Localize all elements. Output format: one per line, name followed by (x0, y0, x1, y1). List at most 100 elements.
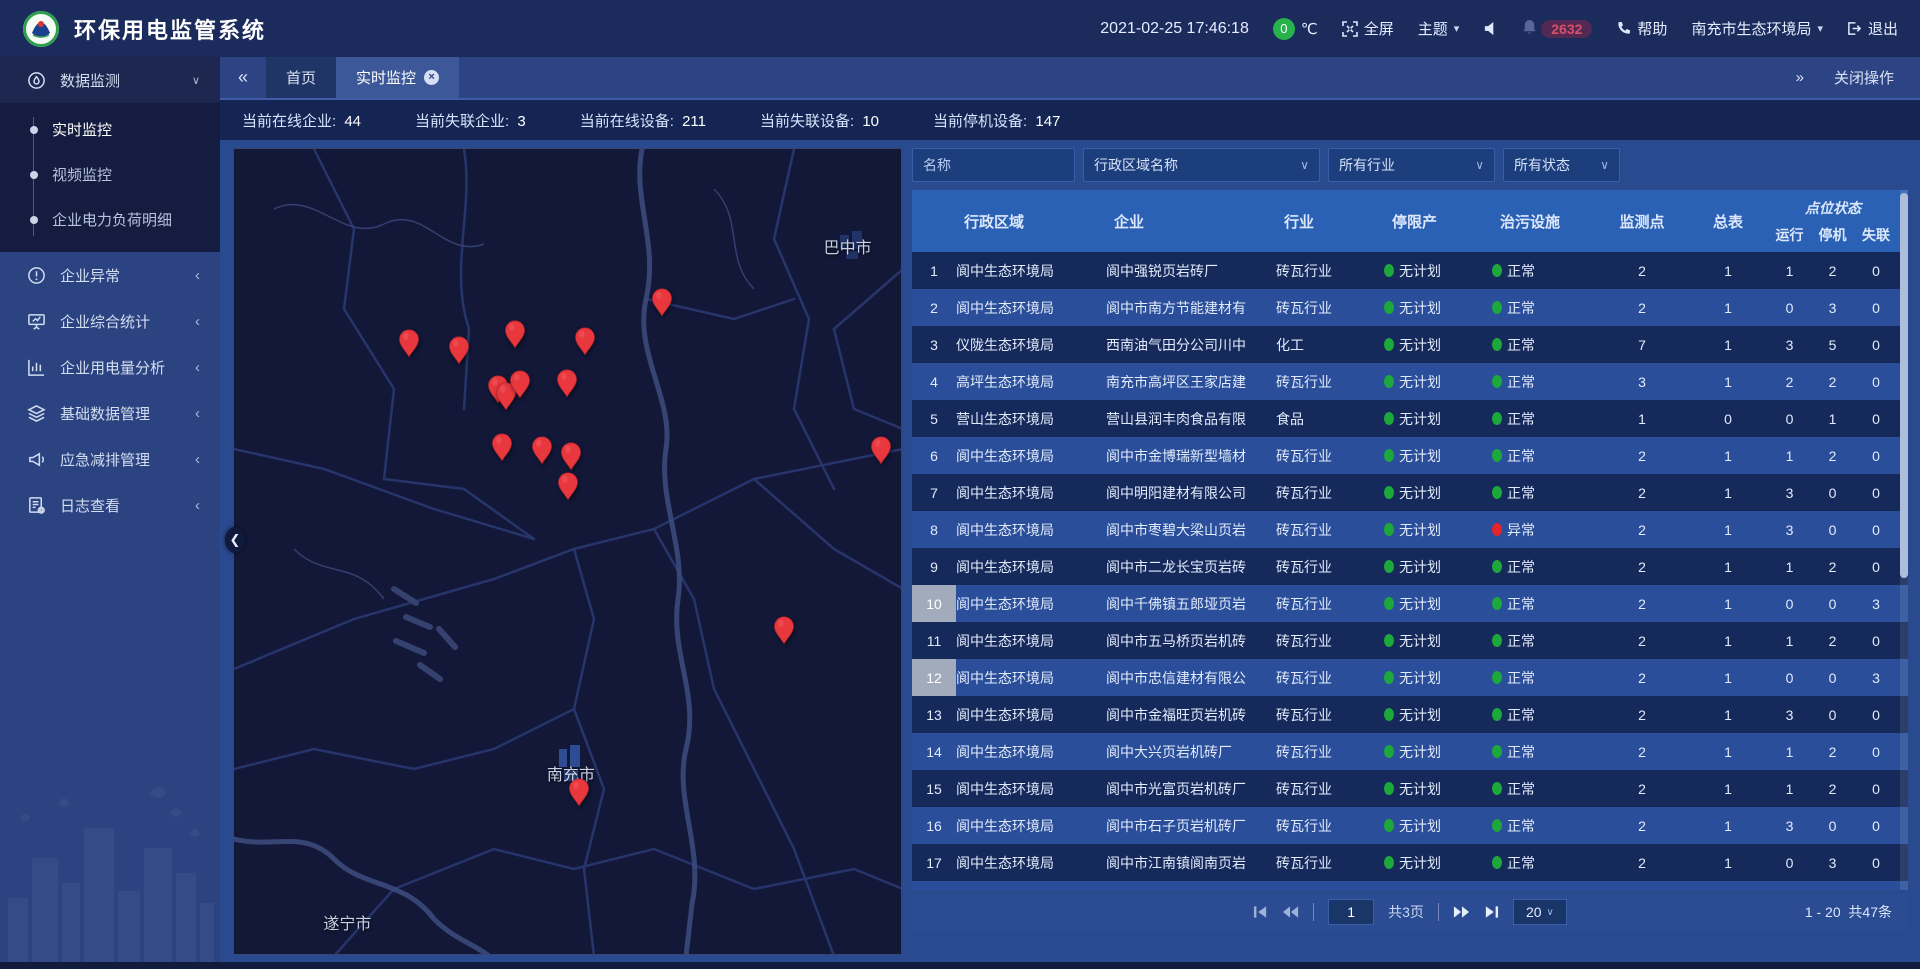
row-stop-plan: 无计划 (1384, 446, 1492, 466)
table-row[interactable]: 9 阆中生态环境局 阆中市二龙长宝页岩砖 砖瓦行业 无计划 正常 2 1 1 2… (912, 548, 1908, 585)
sidebar-group-base-data: 基础数据管理 ‹ (0, 390, 220, 436)
name-filter-input[interactable] (912, 148, 1075, 182)
map-panel[interactable]: 巴中市南充市遂宁市 (233, 148, 902, 955)
table-row[interactable]: 2 阆中生态环境局 阆中市南方节能建材有 砖瓦行业 无计划 正常 2 1 0 3… (912, 289, 1908, 326)
table-row[interactable]: 3 仪陇生态环境局 西南油气田分公司川中 化工 无计划 正常 7 1 3 5 0 (912, 326, 1908, 363)
page-number-input[interactable] (1328, 899, 1374, 925)
map-pin-icon[interactable] (398, 329, 420, 358)
org-menu[interactable]: 南充市生态环境局▾ (1691, 18, 1823, 39)
tabs-scroll-left-button[interactable]: « (220, 57, 266, 98)
row-stopped-count: 3 (1811, 300, 1854, 316)
row-lost-count: 0 (1854, 781, 1898, 797)
sidebar-item-enterprise-stats[interactable]: 企业综合统计 ‹ (0, 298, 220, 344)
table-row[interactable]: 6 阆中生态环境局 阆中市金博瑞新型墙材 砖瓦行业 无计划 正常 2 1 1 2… (912, 437, 1908, 474)
row-index: 1 (912, 252, 956, 289)
table-row[interactable]: 14 阆中生态环境局 阆中大兴页岩机砖厂 砖瓦行业 无计划 正常 2 1 1 2… (912, 733, 1908, 770)
row-index: 13 (912, 696, 956, 733)
status-dot-icon (1384, 264, 1394, 277)
table-row[interactable]: 5 营山生态环境局 营山县润丰肉食品有限 食品 无计划 正常 1 0 0 1 0 (912, 400, 1908, 437)
row-index: 17 (912, 844, 956, 881)
page-size-select[interactable]: 20∨ (1513, 899, 1567, 925)
row-region: 阆中生态环境局 (956, 631, 1106, 651)
table-row[interactable]: 4 高坪生态环境局 南充市高坪区王家店建 砖瓦行业 无计划 正常 3 1 2 2… (912, 363, 1908, 400)
row-monitor-count: 7 (1596, 337, 1688, 353)
map-pin-icon[interactable] (504, 320, 526, 349)
row-company: 南部县新华水泥有限公 (1106, 890, 1276, 891)
row-stop-plan: 无计划 (1384, 631, 1492, 651)
sidebar-collapse-button[interactable]: ❮ (225, 527, 245, 553)
help-button[interactable]: 帮助 (1616, 18, 1667, 39)
notifications-button[interactable]: 2632 (1522, 19, 1592, 39)
table-header: 行政区域 企业 行业 停限产 治污设施 监测点 总表 点位状态 运行停机失联 (912, 190, 1908, 252)
first-page-button[interactable] (1253, 905, 1268, 919)
table-row[interactable]: 17 阆中生态环境局 阆中市江南镇阆南页岩 砖瓦行业 无计划 正常 2 1 0 … (912, 844, 1908, 881)
logout-button[interactable]: 退出 (1847, 18, 1898, 39)
table-row[interactable]: 13 阆中生态环境局 阆中市金福旺页岩机砖 砖瓦行业 无计划 正常 2 1 3 … (912, 696, 1908, 733)
map-pin-icon[interactable] (556, 369, 578, 398)
table-row[interactable]: 15 阆中生态环境局 阆中市光富页岩机砖厂 砖瓦行业 无计划 正常 2 1 1 … (912, 770, 1908, 807)
table-row[interactable]: 18 南部生态环境局 南部县新华水泥有限公 建材加工 无计划 正常 5 0 0 … (912, 881, 1908, 890)
row-index: 16 (912, 807, 956, 844)
sidebar-subitem-data-monitoring-2[interactable]: 企业电力负荷明细 (0, 197, 220, 242)
row-index: 4 (912, 363, 956, 400)
table-row[interactable]: 11 阆中生态环境局 阆中市五马桥页岩机砖 砖瓦行业 无计划 正常 2 1 1 … (912, 622, 1908, 659)
scrollbar-thumb[interactable] (1900, 193, 1908, 578)
map-pin-icon[interactable] (531, 436, 553, 465)
sidebar-subitem-data-monitoring-1[interactable]: 视频监控 (0, 152, 220, 197)
industry-filter-select[interactable]: 所有行业∨ (1328, 148, 1495, 182)
table-row[interactable]: 10 阆中生态环境局 阆中千佛镇五郎垭页岩 砖瓦行业 无计划 正常 2 1 0 … (912, 585, 1908, 622)
tab-close-icon[interactable]: × (424, 70, 439, 85)
table-row[interactable]: 12 阆中生态环境局 阆中市忠信建材有限公 砖瓦行业 无计划 正常 2 1 0 … (912, 659, 1908, 696)
map-pin-icon[interactable] (560, 442, 582, 471)
row-running-count: 0 (1768, 855, 1811, 871)
next-page-button[interactable] (1453, 905, 1470, 919)
row-industry: 建材加工 (1276, 890, 1384, 891)
status-dot-icon (1384, 412, 1394, 425)
mute-button[interactable] (1483, 21, 1498, 36)
tabs-scroll-right-button[interactable]: » (1796, 69, 1804, 86)
tab-home[interactable]: 首页 (266, 57, 336, 98)
row-total-meter: 1 (1688, 670, 1768, 686)
map-pin-icon[interactable] (568, 778, 590, 807)
sidebar-item-log-view[interactable]: 日志查看 ‹ (0, 482, 220, 528)
row-industry: 砖瓦行业 (1276, 853, 1384, 873)
map-pin-icon[interactable] (773, 616, 795, 645)
temperature-value: 0 (1273, 18, 1295, 40)
app-window: 环保用电监管系统 2021-02-25 17:46:18 0 ℃ 全屏 主题▾ (0, 0, 1920, 969)
map-pin-icon[interactable] (574, 327, 596, 356)
stat-item: 当前失联设备: 10 (760, 110, 879, 131)
table-row[interactable]: 1 阆中生态环境局 阆中强锐页岩砖厂 砖瓦行业 无计划 正常 2 1 1 2 0 (912, 252, 1908, 289)
close-operations-button[interactable]: 关闭操作 (1834, 67, 1894, 88)
status-dot-icon (1492, 449, 1502, 462)
table-row[interactable]: 7 阆中生态环境局 阆中明阳建材有限公司 砖瓦行业 无计划 正常 2 1 3 0… (912, 474, 1908, 511)
sidebar-item-power-analysis[interactable]: 企业用电量分析 ‹ (0, 344, 220, 390)
last-page-button[interactable] (1484, 905, 1499, 919)
map-pin-icon[interactable] (557, 472, 579, 501)
table-row[interactable]: 8 阆中生态环境局 阆中市枣碧大梁山页岩 砖瓦行业 无计划 异常 2 1 3 0… (912, 511, 1908, 548)
status-filter-select[interactable]: 所有状态∨ (1503, 148, 1620, 182)
stat-item: 当前停机设备: 147 (933, 110, 1060, 131)
row-stopped-count: 0 (1811, 670, 1854, 686)
sidebar-item-data-monitoring[interactable]: 数据监测 ∨ (0, 57, 220, 103)
sidebar-item-enterprise-abnormal[interactable]: 企业异常 ‹ (0, 252, 220, 298)
tab-realtime-monitor[interactable]: 实时监控 × (336, 57, 459, 98)
previous-page-button[interactable] (1282, 905, 1299, 919)
theme-menu[interactable]: 主题▾ (1418, 18, 1460, 39)
sidebar-item-emergency-reduction[interactable]: 应急减排管理 ‹ (0, 436, 220, 482)
map-pin-icon[interactable] (509, 370, 531, 399)
sidebar-subitem-data-monitoring-0[interactable]: 实时监控 (0, 107, 220, 152)
map-pin-icon[interactable] (870, 436, 892, 465)
row-index: 9 (912, 548, 956, 585)
chevron-left-icon: ‹ (195, 451, 200, 468)
status-dot-icon (1492, 523, 1502, 536)
map-pin-icon[interactable] (491, 433, 513, 462)
map-pin-icon[interactable] (651, 288, 673, 317)
map-pin-icon[interactable] (448, 336, 470, 365)
row-index: 5 (912, 400, 956, 437)
region-filter-select[interactable]: 行政区域名称∨ (1083, 148, 1320, 182)
row-monitor-count: 2 (1596, 263, 1688, 279)
fullscreen-button[interactable]: 全屏 (1342, 18, 1394, 39)
sidebar-item-base-data[interactable]: 基础数据管理 ‹ (0, 390, 220, 436)
table-row[interactable]: 16 阆中生态环境局 阆中市石子页岩机砖厂 砖瓦行业 无计划 正常 2 1 3 … (912, 807, 1908, 844)
row-company: 阆中市金博瑞新型墙材 (1106, 446, 1276, 466)
